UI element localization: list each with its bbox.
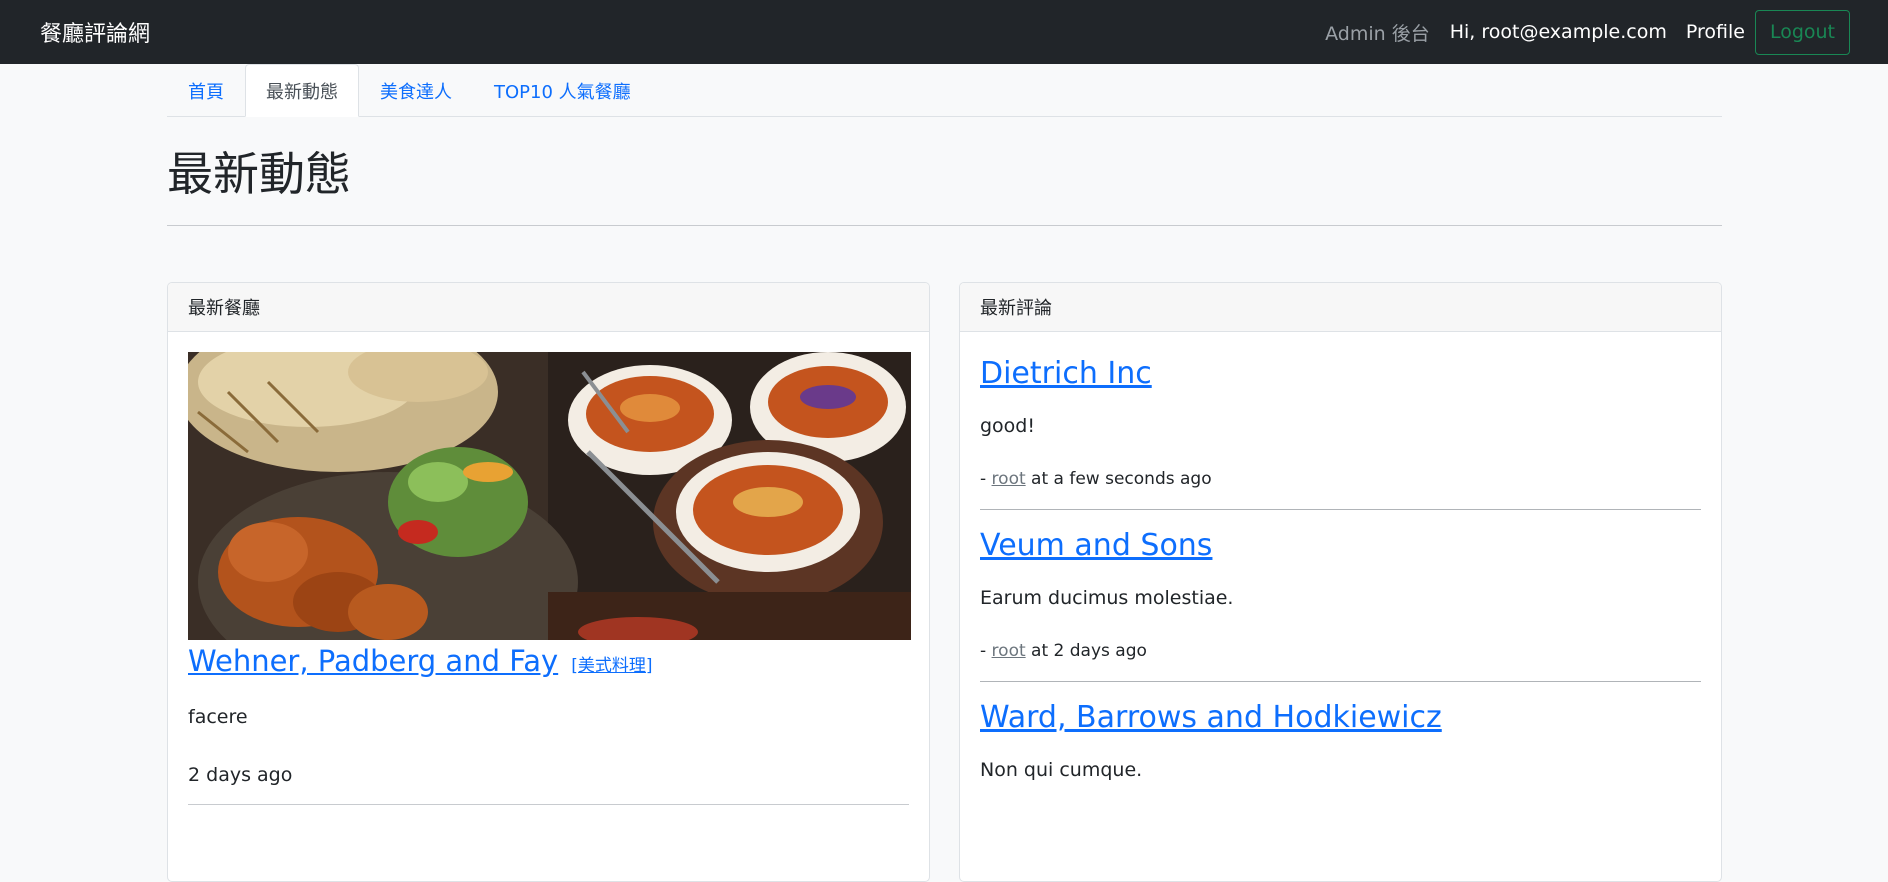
review-restaurant-link[interactable]: Ward, Barrows and Hodkiewicz — [980, 700, 1442, 735]
review-meta-prefix: - — [980, 641, 992, 661]
card-body: Wehner, Padberg and Fay [美式料理] facere 2 … — [168, 332, 929, 805]
card-header: 最新評論 — [960, 283, 1721, 332]
review-meta: - root at a few seconds ago — [980, 469, 1701, 489]
tab-top10-restaurants[interactable]: TOP10 人氣餐廳 — [473, 64, 652, 117]
review-restaurant-link[interactable]: Dietrich Inc — [980, 356, 1152, 391]
divider — [188, 804, 909, 805]
review-text: good! — [980, 415, 1035, 437]
brand-logo[interactable]: 餐廳評論網 — [40, 16, 150, 48]
review-user-link[interactable]: root — [992, 641, 1026, 661]
restaurant-title-line: Wehner, Padberg and Fay [美式料理] — [188, 644, 909, 678]
top-navbar: 餐廳評論網 Admin 後台 Hi, root@example.com Prof… — [0, 0, 1888, 64]
tab-top-users[interactable]: 美食達人 — [359, 64, 473, 117]
review-time: at a few seconds ago — [1025, 469, 1212, 489]
main-container: 首頁 最新動態 美食達人 TOP10 人氣餐廳 最新動態 最新餐廳 Wehner… — [167, 64, 1722, 882]
restaurant-time: 2 days ago — [188, 764, 293, 786]
card-body: Dietrich Inc good! - root at a few secon… — [960, 332, 1721, 801]
review-item: Dietrich Inc good! - root at a few secon… — [980, 352, 1701, 510]
logout-button[interactable]: Logout — [1754, 9, 1850, 55]
profile-link[interactable]: Profile — [1686, 21, 1745, 43]
restaurant-image[interactable] — [188, 352, 911, 640]
navbar-right: Admin 後台 Hi, root@example.com Profile Lo… — [1325, 9, 1850, 55]
user-greeting: Hi, root@example.com — [1449, 21, 1667, 43]
review-meta-prefix: - — [980, 469, 992, 489]
review-meta: - root at 2 days ago — [980, 641, 1701, 661]
tab-home[interactable]: 首頁 — [167, 64, 245, 117]
page-title: 最新動態 — [167, 145, 1722, 226]
review-user-link[interactable]: root — [992, 469, 1026, 489]
review-restaurant-link[interactable]: Veum and Sons — [980, 528, 1212, 563]
review-text: Earum ducimus molestiae. — [980, 587, 1234, 609]
review-text: Non qui cumque. — [980, 759, 1143, 781]
latest-reviews-card: 最新評論 Dietrich Inc good! - root at a few … — [959, 282, 1722, 882]
restaurant-category-link[interactable]: [美式料理] — [571, 656, 652, 676]
restaurant-description: facere — [188, 706, 248, 728]
latest-restaurants-card: 最新餐廳 Wehner, Padberg and Fay [美式料理] face… — [167, 282, 930, 882]
nav-tabs: 首頁 最新動態 美食達人 TOP10 人氣餐廳 — [167, 64, 1722, 117]
review-item: Veum and Sons Earum ducimus molestiae. -… — [980, 524, 1701, 682]
admin-link[interactable]: Admin 後台 — [1325, 19, 1430, 46]
tab-feeds[interactable]: 最新動態 — [245, 64, 359, 117]
card-header: 最新餐廳 — [168, 283, 929, 332]
restaurant-name-link[interactable]: Wehner, Padberg and Fay — [188, 644, 558, 678]
review-time: at 2 days ago — [1025, 641, 1147, 661]
review-item: Ward, Barrows and Hodkiewicz Non qui cum… — [980, 696, 1701, 801]
